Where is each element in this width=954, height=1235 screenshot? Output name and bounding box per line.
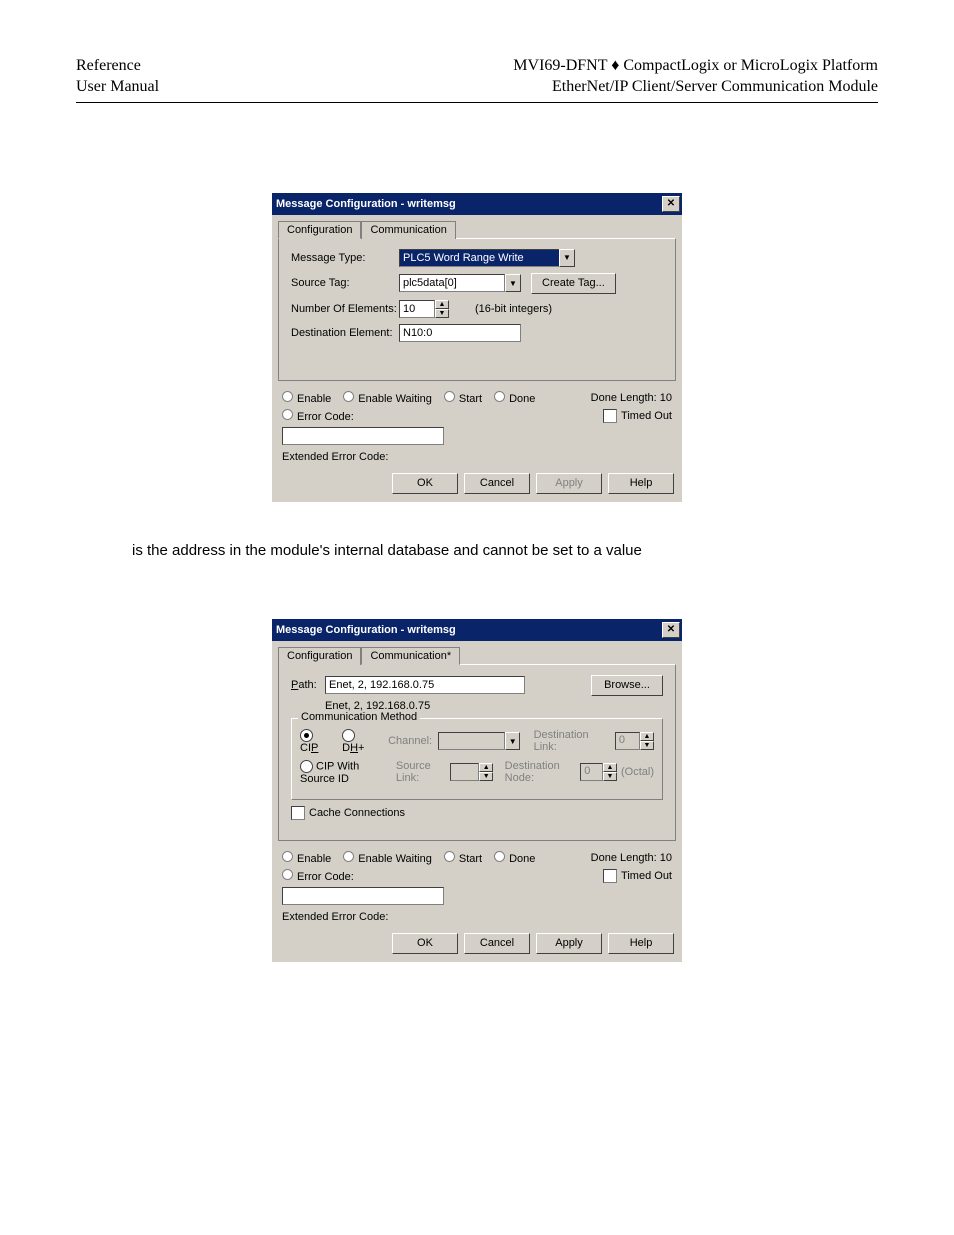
dest-node-label: Destination Node: xyxy=(505,760,577,784)
num-elements-spinner[interactable]: ▲ ▼ xyxy=(435,300,449,318)
close-icon[interactable]: ✕ xyxy=(662,622,680,638)
msg-type-select[interactable]: PLC5 Word Range Write xyxy=(399,249,559,267)
status-start: Start xyxy=(444,851,482,865)
timed-out-check[interactable]: Timed Out xyxy=(603,869,672,883)
path-label: Path: xyxy=(291,679,325,691)
status-enable-waiting: Enable Waiting xyxy=(343,391,432,405)
dest-node-input: 0 xyxy=(580,763,603,781)
done-length: Done Length: 10 xyxy=(591,392,672,404)
msg-type-label: Message Type: xyxy=(291,252,399,264)
dest-link-label: Destination Link: xyxy=(534,729,611,753)
num-elements-label: Number Of Elements: xyxy=(291,303,399,315)
dialog-communication: Message Configuration - writemsg ✕ Confi… xyxy=(272,619,682,962)
dialog-title: Message Configuration - writemsg xyxy=(276,198,456,210)
body-paragraph: is the address in the module's internal … xyxy=(132,542,832,559)
tabs: Configuration Communication* xyxy=(272,641,682,665)
radio-cip[interactable]: CIP xyxy=(300,729,333,754)
source-tag-label: Source Tag: xyxy=(291,277,399,289)
dropdown-icon[interactable]: ▼ xyxy=(505,274,521,292)
status-enable: Enable xyxy=(282,391,331,405)
dropdown-icon[interactable]: ▼ xyxy=(559,249,575,267)
status-error: Error Code: xyxy=(282,409,354,423)
help-button[interactable]: Help xyxy=(608,473,674,494)
hdr-right-1: MVI69-DFNT ♦ CompactLogix or MicroLogix … xyxy=(513,56,878,77)
status-error: Error Code: xyxy=(282,869,354,883)
hdr-right-2: EtherNet/IP Client/Server Communication … xyxy=(513,77,878,98)
apply-button[interactable]: Apply xyxy=(536,933,602,954)
ok-button[interactable]: OK xyxy=(392,473,458,494)
titlebar: Message Configuration - writemsg ✕ xyxy=(272,619,682,641)
dest-element-input[interactable] xyxy=(399,324,521,342)
help-button[interactable]: Help xyxy=(608,933,674,954)
close-icon[interactable]: ✕ xyxy=(662,196,680,212)
group-title: Communication Method xyxy=(298,711,420,723)
page-header: Reference User Manual MVI69-DFNT ♦ Compa… xyxy=(76,56,878,103)
tab-communication[interactable]: Communication* xyxy=(361,647,460,665)
radio-cip-srcid[interactable]: CIP With Source ID xyxy=(300,760,391,785)
cache-connections-check[interactable]: Cache Connections xyxy=(291,806,405,820)
tab-configuration[interactable]: Configuration xyxy=(278,221,361,239)
spinner-down-icon[interactable]: ▼ xyxy=(435,309,449,318)
tabs: Configuration Communication xyxy=(272,215,682,239)
dropdown-icon: ▼ xyxy=(505,732,520,750)
num-elements-input[interactable] xyxy=(399,300,435,318)
radio-dhplus[interactable]: DH+ xyxy=(342,729,378,754)
cancel-button[interactable]: Cancel xyxy=(464,933,530,954)
ext-error-label: Extended Error Code: xyxy=(282,451,388,463)
status-done: Done xyxy=(494,851,535,865)
status-area: Enable Enable Waiting Start Done Done Le… xyxy=(272,387,682,469)
spinner: ▲▼ xyxy=(479,763,493,781)
dest-link-input: 0 xyxy=(615,732,640,750)
octal-label: (Octal) xyxy=(621,766,654,778)
apply-button[interactable]: Apply xyxy=(536,473,602,494)
error-code-field xyxy=(282,427,444,445)
channel-select xyxy=(438,732,505,750)
source-tag-input[interactable] xyxy=(399,274,505,292)
spinner: ▲▼ xyxy=(603,763,617,781)
tab-pane-communication: Path: Browse... Enet, 2, 192.168.0.75 Co… xyxy=(278,664,676,841)
done-length: Done Length: 10 xyxy=(591,852,672,864)
comm-method-group: Communication Method CIP DH+ Channel: ▼ … xyxy=(291,718,663,800)
create-tag-button[interactable]: Create Tag... xyxy=(531,273,616,294)
tab-pane-configuration: Message Type: PLC5 Word Range Write ▼ So… xyxy=(278,238,676,381)
tab-communication[interactable]: Communication xyxy=(361,221,455,239)
spinner-up-icon[interactable]: ▲ xyxy=(435,300,449,309)
status-area: Enable Enable Waiting Start Done Done Le… xyxy=(272,847,682,929)
source-link-input xyxy=(450,763,479,781)
dialog-buttons: OK Cancel Apply Help xyxy=(272,929,682,962)
titlebar: Message Configuration - writemsg ✕ xyxy=(272,193,682,215)
status-enable-waiting: Enable Waiting xyxy=(343,851,432,865)
channel-label: Channel: xyxy=(388,735,432,747)
status-enable: Enable xyxy=(282,851,331,865)
spinner: ▲▼ xyxy=(640,732,654,750)
error-code-field xyxy=(282,887,444,905)
ext-error-label: Extended Error Code: xyxy=(282,911,388,923)
num-elements-hint: (16-bit integers) xyxy=(475,303,552,315)
timed-out-check[interactable]: Timed Out xyxy=(603,409,672,423)
hdr-left-2: User Manual xyxy=(76,77,159,98)
dialog-buttons: OK Cancel Apply Help xyxy=(272,469,682,502)
browse-button[interactable]: Browse... xyxy=(591,675,663,696)
ok-button[interactable]: OK xyxy=(392,933,458,954)
dest-element-label: Destination Element: xyxy=(291,327,399,339)
source-link-label: Source Link: xyxy=(396,760,446,784)
status-done: Done xyxy=(494,391,535,405)
dialog-title: Message Configuration - writemsg xyxy=(276,624,456,636)
hdr-left-1: Reference xyxy=(76,56,159,77)
cancel-button[interactable]: Cancel xyxy=(464,473,530,494)
path-input[interactable] xyxy=(325,676,525,694)
status-start: Start xyxy=(444,391,482,405)
tab-configuration[interactable]: Configuration xyxy=(278,647,361,665)
dialog-configuration: Message Configuration - writemsg ✕ Confi… xyxy=(272,193,682,502)
